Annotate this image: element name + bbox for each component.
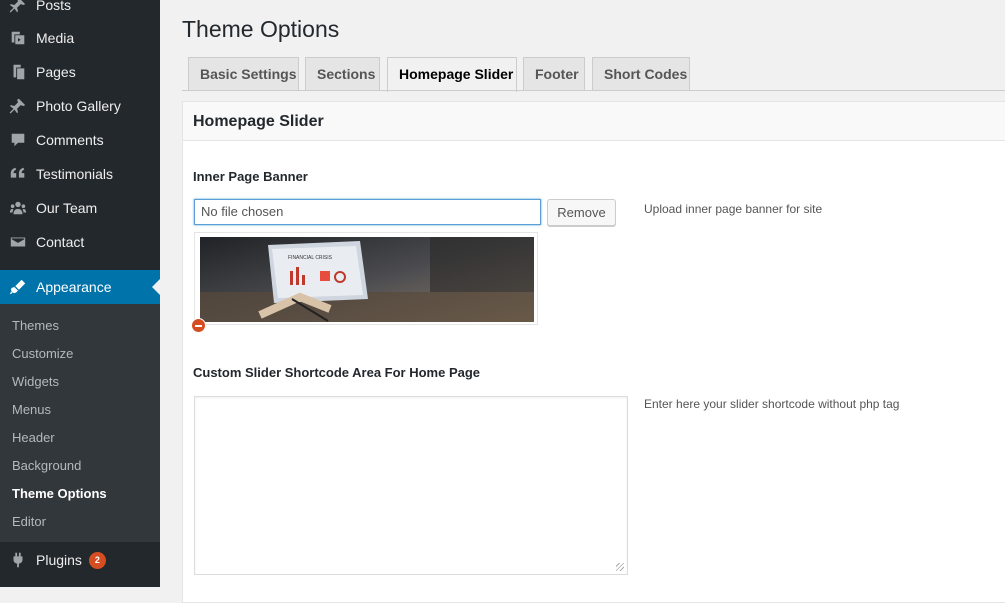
team-icon	[0, 191, 36, 225]
menu-label: Pages	[36, 64, 76, 80]
tab-footer[interactable]: Footer	[523, 57, 585, 90]
pin-icon	[0, 89, 36, 123]
submenu-widgets[interactable]: Widgets	[12, 374, 59, 389]
banner-image: FINANCIAL CRISIS	[200, 237, 534, 322]
menu-item-comments[interactable]: Comments	[0, 123, 160, 157]
pin-icon	[0, 0, 36, 22]
media-icon	[0, 21, 36, 55]
page-title: Theme Options	[182, 16, 340, 42]
menu-item-testimonials[interactable]: Testimonials	[0, 157, 160, 191]
panel-title: Homepage Slider	[193, 113, 324, 130]
mail-icon	[0, 225, 36, 259]
tab-short-codes[interactable]: Short Codes	[592, 57, 690, 90]
menu-item-appearance[interactable]: Appearance	[0, 270, 160, 304]
menu-item-posts[interactable]: Posts	[0, 0, 160, 22]
menu-label: Photo Gallery	[36, 98, 121, 114]
tab-divider	[182, 90, 1005, 91]
inner-banner-label: Inner Page Banner	[193, 169, 308, 184]
menu-label: Our Team	[36, 200, 98, 216]
remove-button[interactable]: Remove	[547, 199, 616, 226]
submenu-themes[interactable]: Themes	[12, 318, 59, 333]
menu-item-pages[interactable]: Pages	[0, 55, 160, 89]
menu-item-contact[interactable]: Contact	[0, 225, 160, 259]
remove-image-icon[interactable]	[191, 318, 206, 333]
slider-shortcode-textarea[interactable]	[194, 396, 628, 575]
submenu-header[interactable]: Header	[12, 430, 55, 445]
menu-label: Posts	[36, 0, 72, 13]
quote-icon	[0, 157, 36, 191]
menu-label: Appearance	[36, 279, 112, 295]
appearance-submenu: Themes Customize Widgets Menus Header Ba…	[0, 304, 160, 542]
submenu-theme-options[interactable]: Theme Options	[12, 486, 107, 501]
menu-label: Media	[36, 30, 75, 46]
panel-header: Homepage Slider	[183, 102, 1005, 141]
menu-item-photo-gallery[interactable]: Photo Gallery	[0, 89, 160, 123]
banner-file-input[interactable]: No file chosen	[194, 199, 541, 225]
shortcode-description: Enter here your slider shortcode without…	[644, 397, 900, 411]
menu-label: Plugins	[36, 552, 82, 568]
tab-basic-settings[interactable]: Basic Settings	[188, 57, 299, 90]
menu-label: Testimonials	[36, 166, 114, 182]
submenu-editor[interactable]: Editor	[12, 514, 46, 529]
comment-icon	[0, 123, 36, 157]
banner-preview: FINANCIAL CRISIS	[194, 232, 538, 325]
tab-homepage-slider[interactable]: Homepage Slider	[387, 57, 517, 92]
menu-item-plugins[interactable]: Plugins 2	[0, 543, 160, 577]
pages-icon	[0, 55, 36, 89]
submenu-background[interactable]: Background	[12, 458, 81, 473]
menu-label: Contact	[36, 234, 85, 250]
update-count-badge: 2	[88, 551, 106, 569]
banner-description: Upload inner page banner for site	[644, 202, 823, 216]
shortcode-label: Custom Slider Shortcode Area For Home Pa…	[193, 365, 481, 380]
brush-icon	[0, 270, 36, 304]
tab-sections[interactable]: Sections	[305, 57, 380, 90]
banner-image-text: FINANCIAL CRISIS	[288, 255, 333, 261]
menu-label: Comments	[36, 132, 104, 148]
submenu-customize[interactable]: Customize	[12, 346, 73, 361]
admin-sidebar: Posts Media Pages Photo Gallery Comments…	[0, 0, 160, 587]
plugin-icon	[0, 543, 36, 577]
submenu-menus[interactable]: Menus	[12, 402, 51, 417]
menu-item-our-team[interactable]: Our Team	[0, 191, 160, 225]
homepage-slider-panel: Homepage Slider Inner Page Banner No fil…	[182, 101, 1005, 603]
resize-grip-icon[interactable]	[616, 563, 624, 571]
menu-item-media[interactable]: Media	[0, 21, 160, 55]
